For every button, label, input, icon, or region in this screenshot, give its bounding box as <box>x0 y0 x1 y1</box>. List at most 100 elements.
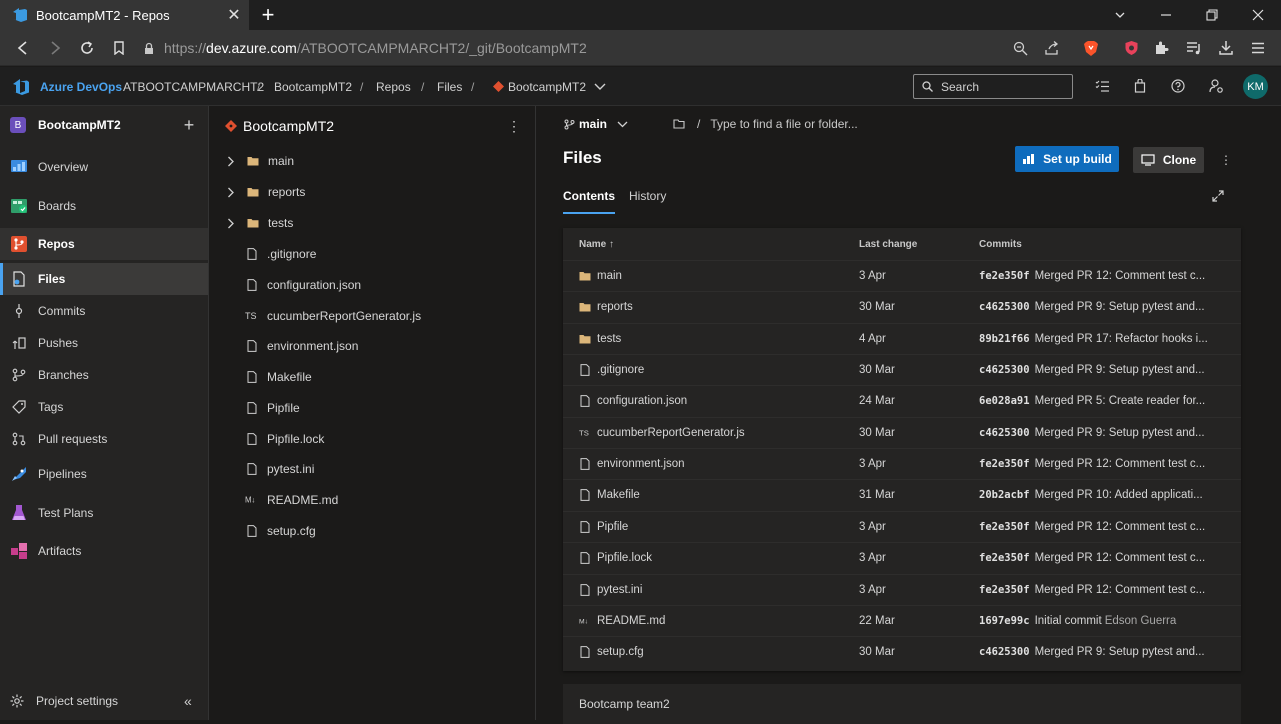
tree-item[interactable]: Pipfile.lock <box>209 424 536 454</box>
tree-item[interactable]: setup.cfg <box>209 516 536 546</box>
tree-item[interactable]: Pipfile <box>209 393 536 423</box>
brand-link[interactable]: Azure DevOps <box>40 67 122 106</box>
commit-hash-link[interactable]: fe2e350f <box>979 584 1030 596</box>
commit-hash-link[interactable]: 20b2acbf <box>979 489 1030 501</box>
project-header[interactable]: B BootcampMT2 + <box>0 106 208 144</box>
chevron-right-icon[interactable] <box>227 218 241 229</box>
zoom-icon[interactable] <box>1008 36 1032 60</box>
tree-item[interactable]: main <box>209 146 536 176</box>
user-avatar[interactable]: KM <box>1243 74 1268 99</box>
file-name-cell[interactable]: Makefile <box>579 489 640 501</box>
file-name-cell[interactable]: tests <box>579 333 621 345</box>
commit-hash-link[interactable]: fe2e350f <box>979 552 1030 564</box>
breadcrumb-files[interactable]: Files <box>437 67 462 106</box>
add-new-button[interactable]: + <box>178 115 200 136</box>
sidebar-item-overview[interactable]: Overview <box>0 151 208 183</box>
back-icon[interactable] <box>11 36 35 60</box>
table-row[interactable]: tests 4 Apr 89b21f66 Merged PR 17: Refactor… <box>563 322 1241 354</box>
tree-item[interactable]: pytest.ini <box>209 454 536 484</box>
download-icon[interactable] <box>1214 36 1238 60</box>
reload-icon[interactable] <box>75 36 99 60</box>
file-name-cell[interactable]: pytest.ini <box>579 584 642 596</box>
tree-item[interactable]: environment.json <box>209 331 536 361</box>
sidebar-item-commits[interactable]: Commits <box>0 295 208 327</box>
search-input[interactable]: Search <box>913 74 1073 99</box>
file-name-cell[interactable]: reports <box>579 301 633 313</box>
tab-contents[interactable]: Contents <box>563 186 615 214</box>
sidebar-item-files[interactable]: Files <box>0 263 208 295</box>
file-name-cell[interactable]: TS cucumberReportGenerator.js <box>579 427 745 439</box>
marketplace-bag-icon[interactable] <box>1129 75 1151 97</box>
file-name-cell[interactable]: .gitignore <box>579 364 644 376</box>
browser-tab[interactable]: BootcampMT2 - Repos ✕ <box>0 0 249 30</box>
file-name-cell[interactable]: Pipfile.lock <box>579 552 652 564</box>
commit-hash-link[interactable]: c4625300 <box>979 646 1030 658</box>
sidebar-item-repos[interactable]: Repos <box>0 228 208 260</box>
table-row[interactable]: setup.cfg 30 Mar c4625300 Merged PR 9: Setu… <box>563 636 1241 667</box>
minimize-icon[interactable] <box>1143 0 1189 30</box>
user-settings-icon[interactable] <box>1205 75 1227 97</box>
share-icon[interactable] <box>1040 36 1064 60</box>
table-row[interactable]: M↓ README.md 22 Mar 1697e99c Initial commit E… <box>563 604 1241 636</box>
tab-search-icon[interactable] <box>1097 0 1143 30</box>
media-playlist-icon[interactable] <box>1182 36 1206 60</box>
work-items-list-icon[interactable] <box>1091 75 1113 97</box>
breadcrumb-org[interactable]: ATBOOTCAMPMARCHT2 <box>123 67 264 106</box>
table-row[interactable]: environment.json 3 Apr fe2e350f Merged PR 1… <box>563 448 1241 479</box>
sidebar-item-tags[interactable]: Tags <box>0 391 208 423</box>
sidebar-item-test-plans[interactable]: Test Plans <box>0 497 208 529</box>
commit-hash-link[interactable]: 89b21f66 <box>979 333 1030 345</box>
azure-devops-logo-icon[interactable] <box>12 78 30 96</box>
tree-item[interactable]: Makefile <box>209 362 536 392</box>
tree-item[interactable]: tests <box>209 208 536 238</box>
menu-icon[interactable] <box>1246 36 1270 60</box>
file-name-cell[interactable]: configuration.json <box>579 395 687 407</box>
restore-icon[interactable] <box>1189 0 1235 30</box>
commit-hash-link[interactable]: 6e028a91 <box>979 395 1030 407</box>
commit-hash-link[interactable]: c4625300 <box>979 301 1030 313</box>
chevron-right-icon[interactable] <box>227 187 241 198</box>
commit-hash-link[interactable]: fe2e350f <box>979 521 1030 533</box>
table-row[interactable]: reports 30 Mar c4625300 Merged PR 9: Setup … <box>563 291 1241 322</box>
file-name-cell[interactable]: environment.json <box>579 458 685 470</box>
brave-shield-icon[interactable] <box>1079 36 1103 60</box>
commit-hash-link[interactable]: c4625300 <box>979 427 1030 439</box>
shield-extension-icon[interactable] <box>1119 36 1143 60</box>
tab-history[interactable]: History <box>629 186 666 214</box>
sidebar-item-artifacts[interactable]: Artifacts <box>0 535 208 567</box>
breadcrumb-repos[interactable]: Repos <box>376 67 411 106</box>
forward-icon[interactable] <box>43 36 67 60</box>
tree-item[interactable]: .gitignore <box>209 239 536 269</box>
commit-hash-link[interactable]: c4625300 <box>979 364 1030 376</box>
help-icon[interactable] <box>1167 75 1189 97</box>
tree-item[interactable]: reports <box>209 177 536 207</box>
more-actions-icon[interactable]: ⋮ <box>1214 148 1238 172</box>
table-row[interactable]: configuration.json 24 Mar 6e028a91 Merged P… <box>563 385 1241 416</box>
file-name-cell[interactable]: setup.cfg <box>579 646 644 658</box>
branch-selector[interactable]: main <box>564 113 628 135</box>
expand-icon[interactable] <box>1208 186 1228 206</box>
sidebar-item-pipelines[interactable]: Pipelines <box>0 458 208 490</box>
extensions-puzzle-icon[interactable] <box>1150 36 1174 60</box>
table-row[interactable]: TS cucumberReportGenerator.js 30 Mar c46253… <box>563 416 1241 448</box>
table-row[interactable]: Pipfile 3 Apr fe2e350f Merged PR 12: Commen… <box>563 510 1241 542</box>
tree-item[interactable]: configuration.json <box>209 270 536 300</box>
commit-hash-link[interactable]: fe2e350f <box>979 270 1030 282</box>
tree-item[interactable]: M↓ README.md <box>209 485 536 515</box>
tree-item[interactable]: TS cucumberReportGenerator.js <box>209 301 536 331</box>
sidebar-item-boards[interactable]: Boards <box>0 190 208 222</box>
new-tab-button[interactable]: + <box>256 2 280 27</box>
collapse-nav-icon[interactable]: « <box>184 693 208 709</box>
path-search-input[interactable]: / Type to find a file or folder... <box>673 113 858 135</box>
breadcrumb-project[interactable]: BootcampMT2 <box>274 67 352 106</box>
chevron-right-icon[interactable] <box>227 156 241 167</box>
close-window-icon[interactable] <box>1235 0 1281 30</box>
set-up-build-button[interactable]: Set up build <box>1015 146 1119 172</box>
file-name-cell[interactable]: Pipfile <box>579 521 628 533</box>
sidebar-item-pull-requests[interactable]: Pull requests <box>0 423 208 455</box>
sidebar-item-pushes[interactable]: Pushes <box>0 327 208 359</box>
table-row[interactable]: Pipfile.lock 3 Apr fe2e350f Merged PR 12: C… <box>563 542 1241 573</box>
column-name-header[interactable]: Name ↑ <box>579 239 614 250</box>
sidebar-item-branches[interactable]: Branches <box>0 359 208 391</box>
table-row[interactable]: Makefile 31 Mar 20b2acbf Merged PR 10: Adde… <box>563 479 1241 510</box>
